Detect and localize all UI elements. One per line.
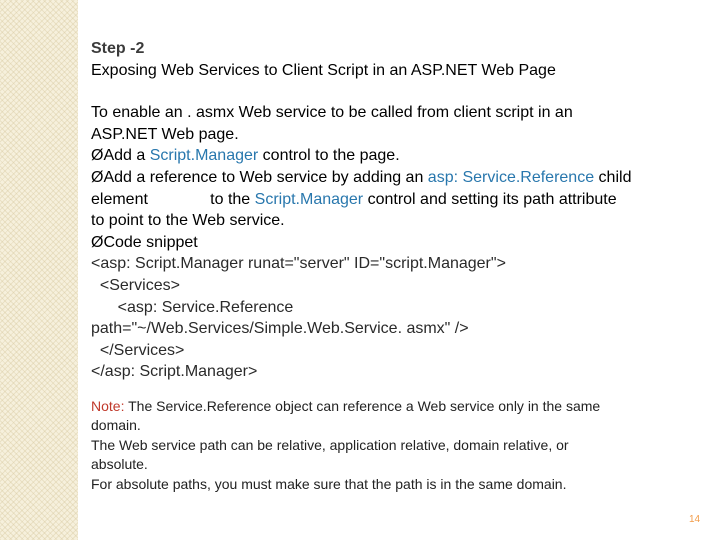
- code-line-4: path="~/Web.Services/Simple.Web.Service.…: [91, 320, 469, 338]
- bullet-1: ØAdd a Script.Manager control to the pag…: [91, 145, 691, 167]
- bullet-2-line-2-pre: element to the: [91, 190, 255, 208]
- bullet-2-pre: Add a reference to Web service by adding…: [103, 168, 428, 186]
- note-line-5: For absolute paths, you must make sure t…: [91, 475, 567, 492]
- note-block: Note: The Service.Reference object can r…: [91, 397, 691, 495]
- bullet-1-post: control to the page.: [258, 147, 400, 165]
- step-heading: Step -2: [91, 40, 145, 57]
- bullet-2-highlight-1: asp: Service.Reference: [427, 168, 595, 186]
- code-line-3: <asp: Service.Reference: [91, 298, 294, 316]
- slide-title: Exposing Web Services to Client Script i…: [91, 61, 556, 79]
- bullet-1-highlight: Script.Manager: [149, 147, 259, 165]
- note-line-1: Note: The Service.Reference object can r…: [91, 397, 691, 417]
- bullet-3-text: Code snippet: [103, 233, 198, 251]
- slide-content: Step -2 Exposing Web Services to Client …: [91, 38, 691, 494]
- note-line-1-rest: The Service.Reference object can referen…: [124, 397, 601, 414]
- bullet-1-pre: Add a: [103, 147, 150, 165]
- decorative-side-band: [0, 0, 78, 540]
- bullet-2-line-3: to point to the Web service.: [91, 212, 285, 230]
- intro-line-1: To enable an . asmx Web service to be ca…: [91, 104, 573, 122]
- bullet-3: ØCode snippet: [91, 232, 691, 254]
- code-line-6: </asp: Script.Manager>: [91, 363, 258, 381]
- note-label: Note:: [91, 397, 125, 414]
- note-line-2: domain.: [91, 417, 141, 434]
- intro-line-2: ASP.NET Web page.: [91, 125, 239, 143]
- page-number: 14: [689, 514, 701, 525]
- note-line-4: absolute.: [91, 456, 148, 473]
- arrow-bullet-icon: Ø: [91, 147, 104, 165]
- bullet-2-line-2: element to the Script.Manager control an…: [91, 189, 691, 211]
- note-line-3: The Web service path can be relative, ap…: [91, 436, 569, 453]
- arrow-bullet-icon: Ø: [91, 233, 104, 251]
- arrow-bullet-icon: Ø: [91, 168, 104, 186]
- code-line-1: <asp: Script.Manager runat="server" ID="…: [91, 255, 506, 273]
- bullet-2: ØAdd a reference to Web service by addin…: [91, 167, 691, 189]
- code-line-5: </Services>: [91, 341, 185, 359]
- code-line-2: <Services>: [91, 276, 180, 294]
- bullet-2-line-2-post: control and setting its path attribute: [363, 190, 617, 208]
- bullet-2-highlight-2: Script.Manager: [254, 190, 364, 208]
- bullet-2-mid: child: [594, 168, 632, 186]
